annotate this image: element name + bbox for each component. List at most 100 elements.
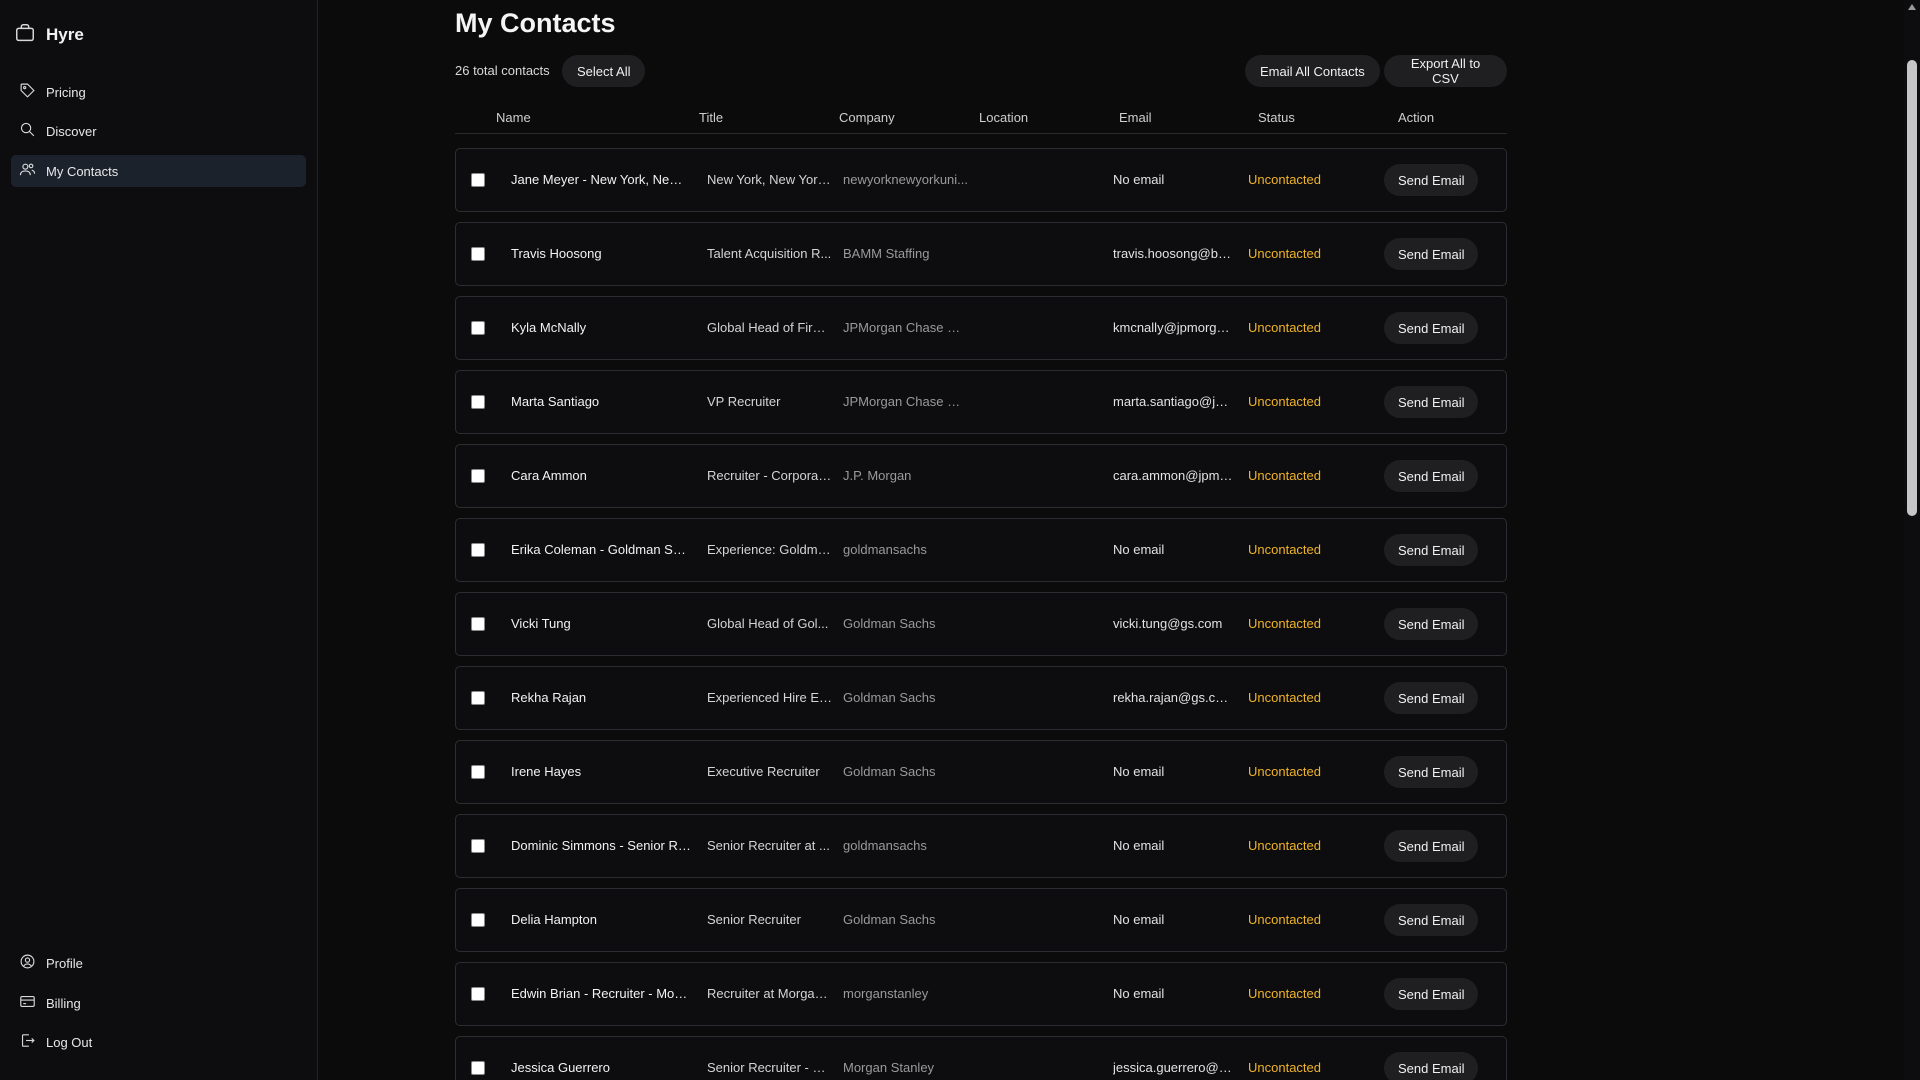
contact-title: New York, New York...: [707, 172, 832, 187]
row-checkbox[interactable]: [471, 691, 485, 705]
row-checkbox[interactable]: [471, 543, 485, 557]
scrollbar-thumb[interactable]: [1907, 60, 1917, 516]
send-email-button[interactable]: Send Email: [1384, 904, 1479, 936]
row-checkbox[interactable]: [471, 839, 485, 853]
contact-company: goldmansachs: [843, 542, 927, 557]
contact-email: No email: [1113, 838, 1165, 853]
send-email-button[interactable]: Send Email: [1384, 238, 1479, 270]
contact-company: morganstanley: [843, 986, 929, 1001]
contact-title: Global Head of Firm...: [707, 320, 832, 335]
email-all-button[interactable]: Email All Contacts: [1245, 55, 1380, 87]
contact-company: BAMM Staffing: [843, 246, 930, 261]
send-email-button[interactable]: Send Email: [1384, 608, 1479, 640]
column-header-company: Company: [839, 110, 895, 125]
table-row: Dominic Simmons - Senior Rec... Senior Re…: [455, 814, 1507, 878]
row-checkbox[interactable]: [471, 321, 485, 335]
contact-name: Dominic Simmons - Senior Rec...: [511, 838, 691, 853]
table-row: Delia Hampton Senior Recruiter Goldman Sac…: [455, 888, 1507, 952]
contact-name: Delia Hampton: [511, 912, 597, 927]
contact-email: travis.hoosong@ba...: [1113, 246, 1233, 261]
sidebar-item-log-out[interactable]: Log Out: [11, 1026, 306, 1058]
column-header-name: Name: [496, 110, 531, 125]
row-checkbox[interactable]: [471, 173, 485, 187]
send-email-button[interactable]: Send Email: [1384, 978, 1479, 1010]
sidebar-item-label: Log Out: [46, 1034, 93, 1050]
contact-title: Recruiter at Morgan...: [707, 986, 832, 1001]
send-email-button[interactable]: Send Email: [1384, 164, 1479, 196]
sidebar-item-my-contacts[interactable]: My Contacts: [11, 155, 306, 187]
contact-name: Jane Meyer - New York, New Y...: [511, 172, 691, 187]
contact-company: JPMorgan Chase & ...: [843, 394, 968, 409]
row-checkbox[interactable]: [471, 617, 485, 631]
table-row: Jessica Guerrero Senior Recruiter - H... M…: [455, 1036, 1507, 1080]
sidebar: Hyre Pricing Discover My Contacts Profil…: [0, 0, 318, 1080]
user-circle-icon: [19, 953, 36, 973]
contact-company: goldmansachs: [843, 838, 927, 853]
vertical-scrollbar[interactable]: [1904, 0, 1920, 1080]
row-checkbox[interactable]: [471, 987, 485, 1001]
send-email-button[interactable]: Send Email: [1384, 312, 1479, 344]
brand-name: Hyre: [46, 25, 84, 44]
column-header-status: Status: [1258, 110, 1295, 125]
briefcase-icon: [14, 22, 36, 49]
status-badge: Uncontacted: [1248, 986, 1321, 1001]
contact-email: jessica.guerrero@m...: [1113, 1060, 1233, 1075]
status-badge: Uncontacted: [1248, 838, 1321, 853]
send-email-button[interactable]: Send Email: [1384, 460, 1479, 492]
column-header-email: Email: [1119, 110, 1152, 125]
contact-email: cara.ammon@jpmo...: [1113, 468, 1233, 483]
sidebar-item-profile[interactable]: Profile: [11, 947, 306, 979]
contact-company: newyorknewyorkuni...: [843, 172, 968, 187]
contact-company: Goldman Sachs: [843, 616, 936, 631]
contact-name: Kyla McNally: [511, 320, 587, 335]
sidebar-item-discover[interactable]: Discover: [11, 115, 306, 147]
sidebar-item-pricing[interactable]: Pricing: [11, 76, 306, 108]
sidebar-item-label: Billing: [46, 995, 81, 1011]
status-badge: Uncontacted: [1248, 616, 1321, 631]
row-checkbox[interactable]: [471, 1061, 485, 1075]
page-title: My Contacts: [455, 8, 616, 38]
contact-name: Marta Santiago: [511, 394, 600, 409]
contact-title: VP Recruiter: [707, 394, 781, 409]
contact-name: Vicki Tung: [511, 616, 571, 631]
row-checkbox[interactable]: [471, 395, 485, 409]
column-header-action: Action: [1398, 110, 1435, 125]
sidebar-item-billing[interactable]: Billing: [11, 987, 306, 1019]
users-icon: [19, 161, 36, 181]
contact-email: No email: [1113, 542, 1165, 557]
send-email-button[interactable]: Send Email: [1384, 386, 1479, 418]
brand[interactable]: Hyre: [14, 22, 84, 48]
send-email-button[interactable]: Send Email: [1384, 830, 1479, 862]
table-row: Travis Hoosong Talent Acquisition R... BAM…: [455, 222, 1507, 286]
contact-company: Goldman Sachs: [843, 764, 936, 779]
send-email-button[interactable]: Send Email: [1384, 756, 1479, 788]
row-checkbox[interactable]: [471, 913, 485, 927]
table-row: Rekha Rajan Experienced Hire En... Goldman…: [455, 666, 1507, 730]
contact-email: No email: [1113, 912, 1165, 927]
row-checkbox[interactable]: [471, 469, 485, 483]
sidebar-item-label: My Contacts: [46, 163, 119, 179]
contact-email: No email: [1113, 986, 1165, 1001]
table-header: Name Title Company Location Email Status…: [455, 110, 1507, 134]
contact-name: Travis Hoosong: [511, 246, 602, 261]
main-content: My Contacts 26 total contacts Select All…: [455, 0, 1507, 1080]
scroll-up-arrow-icon[interactable]: [1908, 4, 1916, 10]
table-row: Kyla McNally Global Head of Firm... JPMorg…: [455, 296, 1507, 360]
export-csv-button[interactable]: Export All to CSV: [1384, 55, 1507, 87]
table-row: Vicki Tung Global Head of Gol... Goldman S…: [455, 592, 1507, 656]
contact-title: Experienced Hire En...: [707, 690, 832, 705]
row-checkbox[interactable]: [471, 765, 485, 779]
send-email-button[interactable]: Send Email: [1384, 682, 1479, 714]
table-row: Jane Meyer - New York, New Y... New York,…: [455, 148, 1507, 212]
row-checkbox[interactable]: [471, 247, 485, 261]
send-email-button[interactable]: Send Email: [1384, 534, 1479, 566]
contact-email: vicki.tung@gs.com: [1113, 616, 1223, 631]
select-all-button[interactable]: Select All: [562, 55, 646, 87]
status-badge: Uncontacted: [1248, 172, 1321, 187]
send-email-button[interactable]: Send Email: [1384, 1052, 1479, 1080]
contact-name: Jessica Guerrero: [511, 1060, 610, 1075]
total-contacts: 26 total contacts: [455, 63, 550, 78]
contact-company: Goldman Sachs: [843, 912, 936, 927]
status-badge: Uncontacted: [1248, 690, 1321, 705]
contact-email: kmcnally@jpmorga...: [1113, 320, 1233, 335]
